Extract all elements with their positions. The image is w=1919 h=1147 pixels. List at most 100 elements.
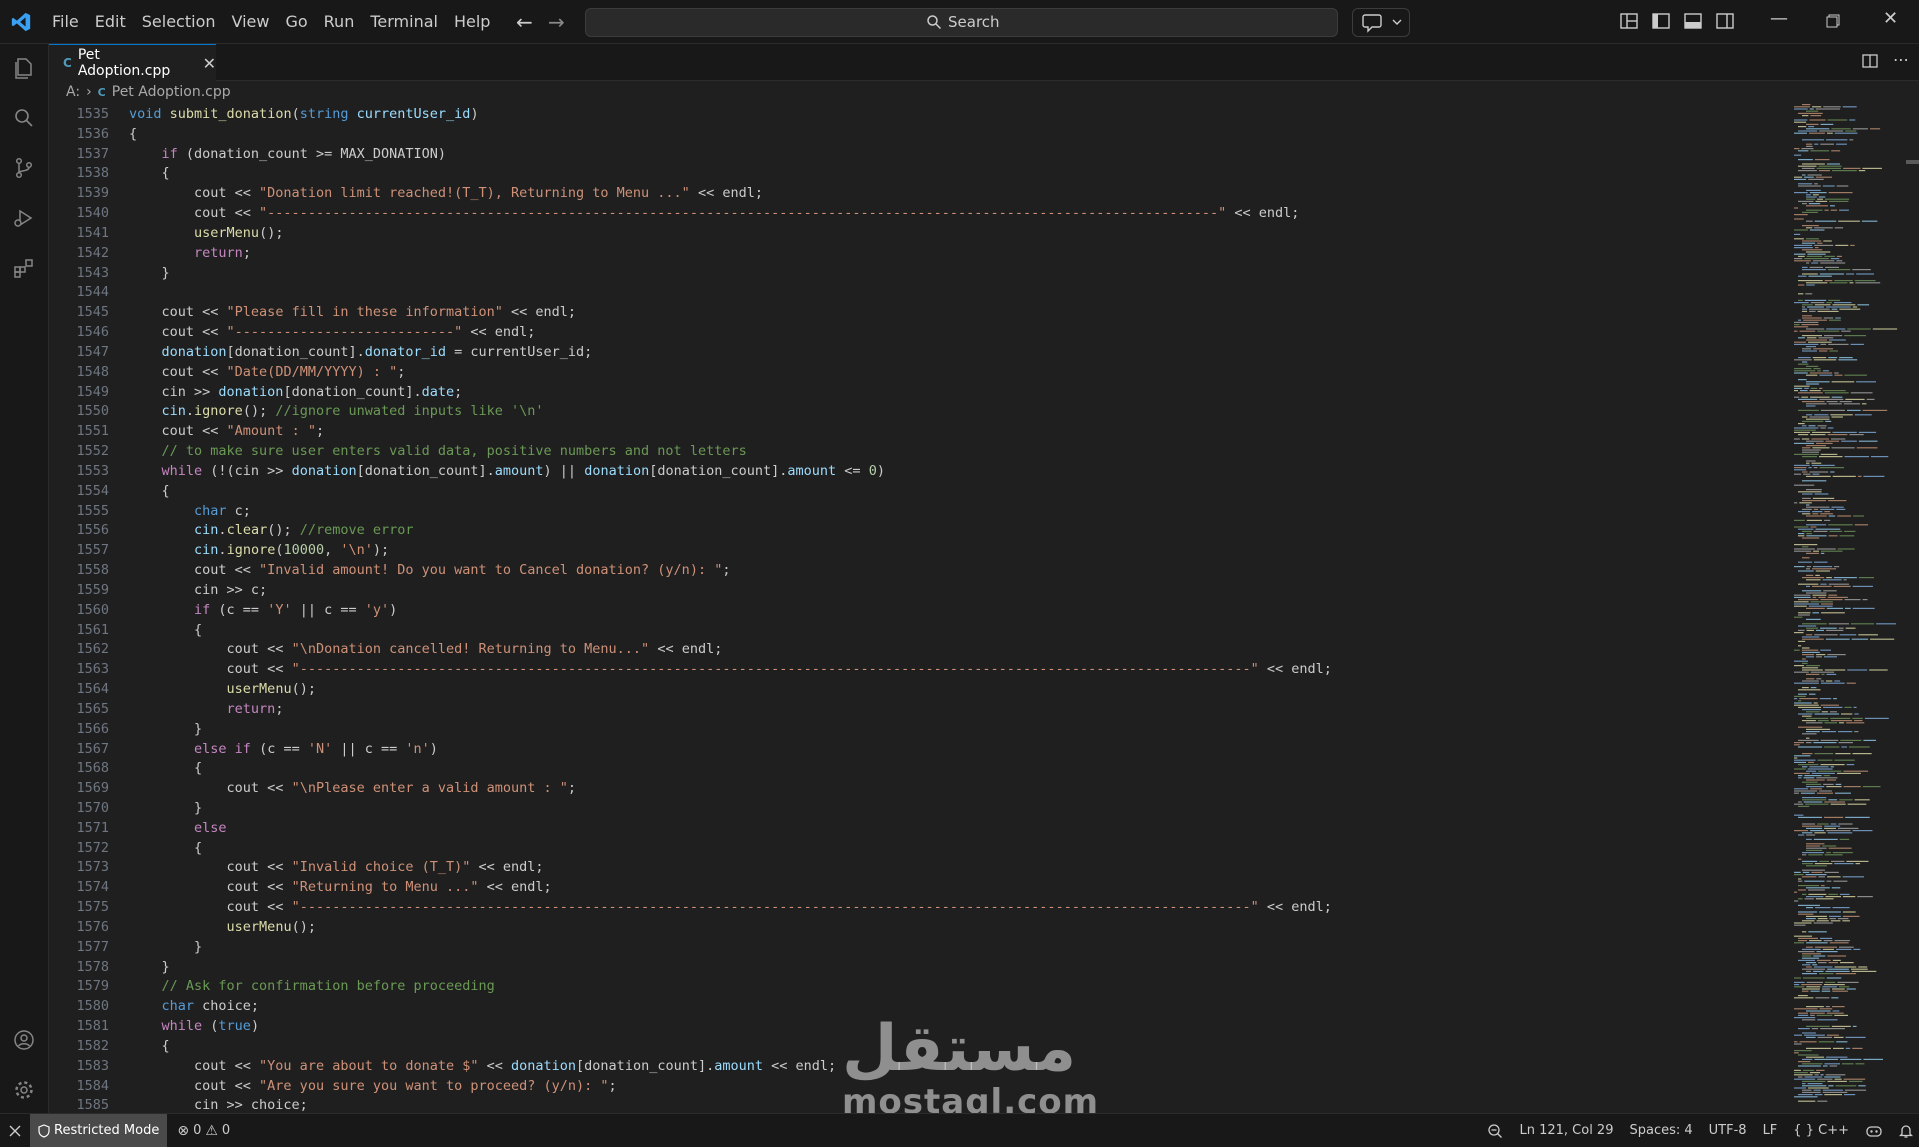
code-line[interactable]: cout << "Please fill in these informatio… <box>129 303 1789 323</box>
code-line[interactable]: char c; <box>129 502 1789 522</box>
toggle-secondary-sidebar-icon[interactable] <box>1714 10 1736 32</box>
forward-arrow-icon[interactable]: → <box>548 10 565 34</box>
tab-pet-adoption[interactable]: C Pet Adoption.cpp ✕ <box>49 44 216 81</box>
code-line[interactable]: cout << "\nPlease enter a valid amount :… <box>129 779 1789 799</box>
code-line[interactable]: void submit_donation(string currentUser_… <box>129 105 1789 125</box>
toggle-panel-icon[interactable] <box>1682 10 1704 32</box>
extensions-icon[interactable] <box>12 256 36 280</box>
code-line[interactable]: if (donation_count >= MAX_DONATION) <box>129 145 1789 165</box>
explorer-icon[interactable] <box>12 56 36 80</box>
indentation[interactable]: Spaces: 4 <box>1629 1123 1692 1138</box>
minimap-line <box>1836 508 1846 510</box>
close-window-icon[interactable]: ✕ <box>1883 8 1898 29</box>
code-line[interactable]: cout << "Date(DD/MM/YYYY) : "; <box>129 363 1789 383</box>
code-line[interactable]: cout << "-------------------------------… <box>129 204 1789 224</box>
command-center-search[interactable]: Search <box>585 8 1338 37</box>
code-line[interactable]: { <box>129 621 1789 641</box>
code-line[interactable]: cin.ignore(10000, '\n'); <box>129 541 1789 561</box>
search-view-icon[interactable] <box>12 106 36 130</box>
back-arrow-icon[interactable]: ← <box>516 10 533 34</box>
code-line[interactable]: { <box>129 164 1789 184</box>
minimap-line <box>1820 123 1834 125</box>
copilot-status-icon[interactable] <box>1865 1123 1883 1139</box>
code-line[interactable]: cin >> c; <box>129 581 1789 601</box>
code-line[interactable]: else if (c == 'N' || c == 'n') <box>129 740 1789 760</box>
minimap-line <box>1794 790 1818 792</box>
code-line[interactable]: { <box>129 759 1789 779</box>
code-line[interactable]: cout << "-------------------------------… <box>129 660 1789 680</box>
minimap-line <box>1794 396 1800 398</box>
code-line[interactable]: cout << "---------------------------" <<… <box>129 323 1789 343</box>
breadcrumb-file[interactable]: Pet Adoption.cpp <box>112 84 231 100</box>
zoom-out-icon[interactable] <box>1487 1123 1503 1139</box>
code-line[interactable]: { <box>129 839 1789 859</box>
code-line[interactable]: cout << "-------------------------------… <box>129 898 1789 918</box>
code-line[interactable]: userMenu(); <box>129 224 1789 244</box>
code-line[interactable]: else <box>129 819 1789 839</box>
minimap[interactable] <box>1790 102 1910 1110</box>
problems-indicator[interactable]: ⊗ 0 ⚠ 0 <box>167 1123 240 1139</box>
manage-gear-icon[interactable] <box>12 1078 36 1102</box>
code-line[interactable]: cout << "Returning to Menu ..." << endl; <box>129 878 1789 898</box>
minimap-line <box>1806 737 1810 739</box>
minimize-icon[interactable]: — <box>1770 8 1788 29</box>
code-line[interactable]: cin.clear(); //remove error <box>129 521 1789 541</box>
cursor-position[interactable]: Ln 121, Col 29 <box>1519 1123 1613 1138</box>
toggle-primary-sidebar-icon[interactable] <box>1650 10 1672 32</box>
code-line[interactable]: // to make sure user enters valid data, … <box>129 442 1789 462</box>
menu-file[interactable]: File <box>44 7 87 37</box>
code-line[interactable]: } <box>129 958 1789 978</box>
code-line[interactable]: cout << "\nDonation cancelled! Returning… <box>129 640 1789 660</box>
menu-go[interactable]: Go <box>277 7 315 37</box>
code-line[interactable]: donation[donation_count].donator_id = cu… <box>129 343 1789 363</box>
code-line[interactable]: return; <box>129 700 1789 720</box>
vertical-scrollbar[interactable] <box>1906 160 1919 164</box>
code-line[interactable]: userMenu(); <box>129 918 1789 938</box>
file-encoding[interactable]: UTF-8 <box>1709 1123 1747 1138</box>
code-line[interactable]: } <box>129 799 1789 819</box>
language-mode[interactable]: { } C++ <box>1793 1123 1849 1138</box>
menu-run[interactable]: Run <box>316 7 363 37</box>
minimap-line <box>1828 192 1853 194</box>
restore-icon[interactable] <box>1826 14 1840 28</box>
menu-selection[interactable]: Selection <box>134 7 224 37</box>
code-line[interactable]: { <box>129 125 1789 145</box>
code-line[interactable]: // Ask for confirmation before proceedin… <box>129 977 1789 997</box>
source-control-icon[interactable] <box>12 156 36 180</box>
code-line[interactable]: userMenu(); <box>129 680 1789 700</box>
breadcrumb-drive[interactable]: A: <box>66 84 80 100</box>
menu-edit[interactable]: Edit <box>87 7 134 37</box>
menu-view[interactable]: View <box>224 7 278 37</box>
code-line[interactable]: while (!(cin >> donation[donation_count]… <box>129 462 1789 482</box>
minimap-line <box>1837 918 1849 920</box>
remote-indicator[interactable] <box>0 1114 30 1147</box>
code-line[interactable]: cin >> donation[donation_count].date; <box>129 383 1789 403</box>
restricted-mode-badge[interactable]: Restricted Mode <box>30 1114 168 1147</box>
code-line[interactable]: return; <box>129 244 1789 264</box>
customize-layout-icon[interactable] <box>1618 10 1640 32</box>
code-line[interactable]: } <box>129 264 1789 284</box>
notifications-bell-icon[interactable] <box>1899 1123 1913 1139</box>
minimap-line <box>1811 871 1823 873</box>
split-editor-icon[interactable] <box>1861 52 1879 70</box>
code-line[interactable]: } <box>129 720 1789 740</box>
accounts-icon[interactable] <box>12 1028 36 1052</box>
code-line[interactable]: } <box>129 938 1789 958</box>
code-line[interactable] <box>129 283 1789 303</box>
end-of-line[interactable]: LF <box>1763 1123 1778 1138</box>
code-editor[interactable]: void submit_donation(string currentUser_… <box>129 105 1789 1116</box>
menu-terminal[interactable]: Terminal <box>362 7 446 37</box>
code-line[interactable]: cout << "Amount : "; <box>129 422 1789 442</box>
copilot-button[interactable] <box>1352 8 1410 37</box>
more-actions-icon[interactable]: ⋯ <box>1893 52 1909 70</box>
menu-help[interactable]: Help <box>446 7 498 37</box>
code-line[interactable]: cout << "Invalid choice (T_T)" << endl; <box>129 858 1789 878</box>
vscode-logo-icon[interactable] <box>10 11 32 33</box>
code-line[interactable]: cout << "Donation limit reached!(T_T), R… <box>129 184 1789 204</box>
code-line[interactable]: cin.ignore(); //ignore unwated inputs li… <box>129 402 1789 422</box>
code-line[interactable]: cout << "Invalid amount! Do you want to … <box>129 561 1789 581</box>
run-debug-icon[interactable] <box>12 206 36 230</box>
code-line[interactable]: if (c == 'Y' || c == 'y') <box>129 601 1789 621</box>
close-tab-icon[interactable]: ✕ <box>203 54 216 73</box>
code-line[interactable]: { <box>129 482 1789 502</box>
